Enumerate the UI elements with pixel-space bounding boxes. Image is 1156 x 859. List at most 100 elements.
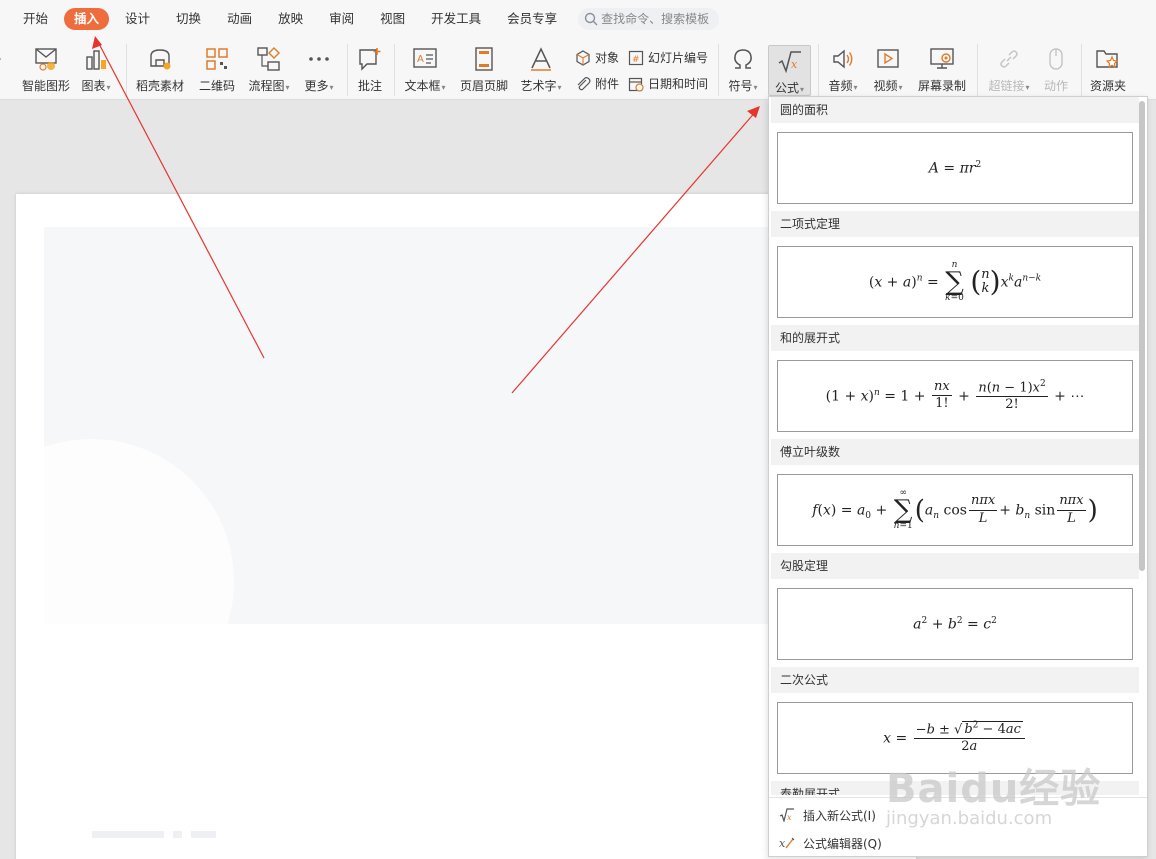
calendar-clock-icon (628, 77, 644, 92)
attachment-button[interactable]: 附件 (575, 75, 619, 92)
ribbon-separator (977, 44, 978, 96)
resources-button[interactable]: 资源夹 (1088, 44, 1128, 94)
ribbon-separator (347, 44, 348, 96)
svg-text:A: A (417, 54, 424, 65)
more-icon (309, 57, 329, 61)
menu-bar: 开始 插入 设计 切换 动画 放映 审阅 视图 开发工具 会员专享 查找命令、搜… (0, 0, 1156, 38)
tab-design[interactable]: 设计 (112, 8, 163, 30)
comment-icon (359, 48, 381, 71)
hyperlink-button: 超链接 (985, 44, 1033, 94)
wordart-label: 艺术字 (517, 77, 565, 94)
formula-binomial[interactable]: (x + a)n = n ∑ k=0 (n k) xkan−k (777, 246, 1133, 318)
video-icon (877, 49, 899, 68)
datetime-label: 日期和时间 (648, 77, 709, 91)
tab-member[interactable]: 会员专享 (494, 8, 570, 30)
attachment-label: 附件 (595, 77, 620, 91)
action-button: 动作 (1040, 44, 1072, 94)
section-title-expansion: 和的展开式 (771, 325, 1139, 351)
search-icon (584, 12, 598, 26)
symbol-label: 符号 (725, 77, 761, 94)
command-search[interactable]: 查找命令、搜索模板 (578, 8, 720, 30)
wordart-icon (531, 47, 551, 71)
ribbon-separator (818, 44, 819, 96)
svg-text:x: x (791, 58, 798, 71)
svg-text:#: # (632, 55, 640, 65)
object-icon (576, 49, 590, 66)
clipped-button[interactable] (0, 44, 8, 74)
smart-graphic-button[interactable]: 智能图形 (20, 44, 72, 94)
speaker-icon (833, 49, 853, 69)
mouse-icon (1049, 48, 1063, 70)
ribbon-separator (394, 44, 395, 96)
tab-start[interactable]: 开始 (10, 8, 61, 30)
section-title-fourier: 傅立叶级数 (771, 439, 1139, 465)
formula-editor-icon: x (779, 837, 795, 850)
panel-scrollbar[interactable] (1139, 101, 1145, 571)
tab-developer[interactable]: 开发工具 (418, 8, 494, 30)
watermark-url: jingyan.baidu.com (886, 808, 1053, 829)
docer-assets-icon (150, 49, 171, 70)
folder-star-icon (1096, 50, 1119, 69)
hyperlink-label: 超链接 (985, 77, 1033, 94)
audio-button[interactable]: 音频 (825, 44, 861, 94)
formula-circle-area[interactable]: A = πr2 (777, 132, 1133, 204)
docer-assets-button[interactable]: 稻壳素材 (134, 44, 186, 94)
formula-editor-label: 公式编辑器(Q) (803, 836, 882, 851)
screen-record-button[interactable]: 屏幕录制 (916, 44, 968, 94)
tab-transition[interactable]: 切换 (163, 8, 214, 30)
flowchart-button[interactable]: 流程图 (245, 44, 293, 94)
slide-number-icon: # (628, 50, 644, 65)
header-footer-icon (475, 47, 493, 71)
action-label: 动作 (1043, 79, 1068, 93)
smart-graphic-label: 智能图形 (21, 79, 70, 93)
chart-button[interactable]: 图表 (79, 44, 113, 94)
textbox-icon: A (413, 48, 437, 68)
comment-label: 批注 (357, 79, 382, 93)
formula-expression: a2 + b2 = c2 (913, 615, 997, 633)
qrcode-icon (206, 48, 228, 70)
formula-pythagorean[interactable]: a2 + b2 = c2 (777, 588, 1133, 660)
baidu-watermark: Baidu经验 jingyan.baidu.com (886, 756, 1102, 829)
formula-button[interactable]: x 公式 (768, 45, 811, 96)
wordart-button[interactable]: 艺术字 (517, 44, 565, 94)
flowchart-icon (257, 47, 280, 71)
formula-expansion[interactable]: (1 + x)n = 1 + nx 1! + n(n − 1)x2 2! + ⋯ (777, 360, 1133, 432)
object-button[interactable]: 对象 (575, 49, 619, 66)
qrcode-button[interactable]: 二维码 (196, 44, 238, 94)
slide-number-button[interactable]: # 幻灯片编号 (628, 49, 708, 66)
header-footer-label: 页眉页脚 (459, 79, 508, 93)
more-button[interactable]: 更多 (301, 44, 337, 94)
tab-insert[interactable]: 插入 (64, 8, 110, 30)
formula-fourier[interactable]: f(x) = a0 + ∞ ∑ n=1 (an cos nπx L + bn sin nπx L… (777, 474, 1133, 546)
symbol-button[interactable]: 符号 (725, 44, 761, 94)
audio-label: 音频 (825, 77, 861, 94)
video-label: 视频 (870, 77, 906, 94)
qrcode-label: 二维码 (198, 79, 235, 93)
formula-expression: f(x) = a0 + ∞ ∑ n=1 (an cos nπx L + bn sin nπx L… (812, 487, 1098, 532)
placeholder-line (92, 831, 164, 838)
ribbon-separator (718, 44, 719, 96)
formula-editor-item[interactable]: x 公式编辑器(Q) (779, 831, 882, 855)
tab-view[interactable]: 视图 (367, 8, 418, 30)
section-title-circle-area: 圆的面积 (771, 97, 1139, 123)
ribbon-toolbar: 智能图形 图表 稻壳素材 二维码 流程图 更多 批注 A 文本框 页眉页脚 艺术… (0, 38, 1156, 100)
comment-button[interactable]: 批注 (354, 44, 386, 94)
link-icon (1000, 50, 1018, 68)
textbox-button[interactable]: A 文本框 (401, 44, 449, 94)
video-button[interactable]: 视频 (870, 44, 906, 94)
more-label: 更多 (301, 77, 337, 94)
screen-record-label: 屏幕录制 (917, 79, 966, 93)
insert-new-formula-item[interactable]: x 插入新公式(I) (779, 803, 876, 827)
tab-review[interactable]: 审阅 (316, 8, 367, 30)
placeholder-line (191, 831, 216, 838)
placeholder-line (173, 831, 182, 838)
formula-gallery[interactable]: 圆的面积 A = πr2 二项式定理 (x + a)n = n ∑ k=0 (n k)… (769, 97, 1139, 795)
formula-icon: x (779, 808, 794, 822)
tab-slideshow[interactable]: 放映 (265, 8, 316, 30)
watermark-brand: Baidu经验 (886, 766, 1102, 812)
datetime-button[interactable]: 日期和时间 (628, 75, 708, 92)
formula-label: 公式 (769, 79, 810, 96)
decorative-circle (44, 439, 234, 624)
header-footer-button[interactable]: 页眉页脚 (457, 44, 511, 94)
tab-animation[interactable]: 动画 (214, 8, 265, 30)
